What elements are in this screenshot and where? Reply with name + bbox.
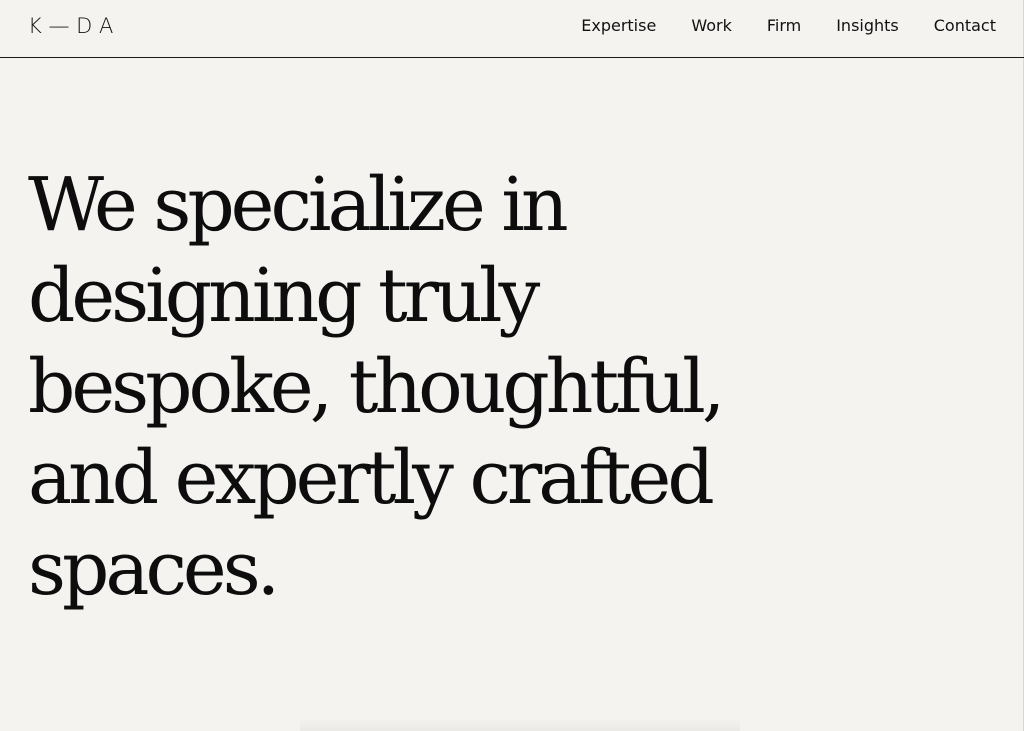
- site-header: K — D A Expertise Work Firm Insights Con…: [0, 0, 1024, 58]
- bottom-shadow: [300, 718, 740, 731]
- hero-line: We specialize in: [28, 162, 569, 248]
- nav-expertise-link[interactable]: Expertise: [581, 16, 656, 36]
- hero-heading: We specialize in designing truly bespoke…: [28, 160, 788, 615]
- nav-work-link[interactable]: Work: [691, 16, 732, 36]
- main-navigation: Expertise Work Firm Insights Contact: [581, 16, 996, 36]
- nav-insights-link[interactable]: Insights: [836, 16, 899, 36]
- hero-line: designing truly: [28, 253, 540, 339]
- site-logo[interactable]: K — D A: [28, 14, 113, 38]
- nav-firm-link[interactable]: Firm: [767, 16, 801, 36]
- hero-line: and expertly crafted: [28, 435, 715, 521]
- hero-line: spaces.: [28, 526, 280, 612]
- nav-contact-link[interactable]: Contact: [934, 16, 996, 36]
- page: K — D A Expertise Work Firm Insights Con…: [0, 0, 1024, 731]
- hero-line: bespoke, thoughtful,: [28, 344, 725, 430]
